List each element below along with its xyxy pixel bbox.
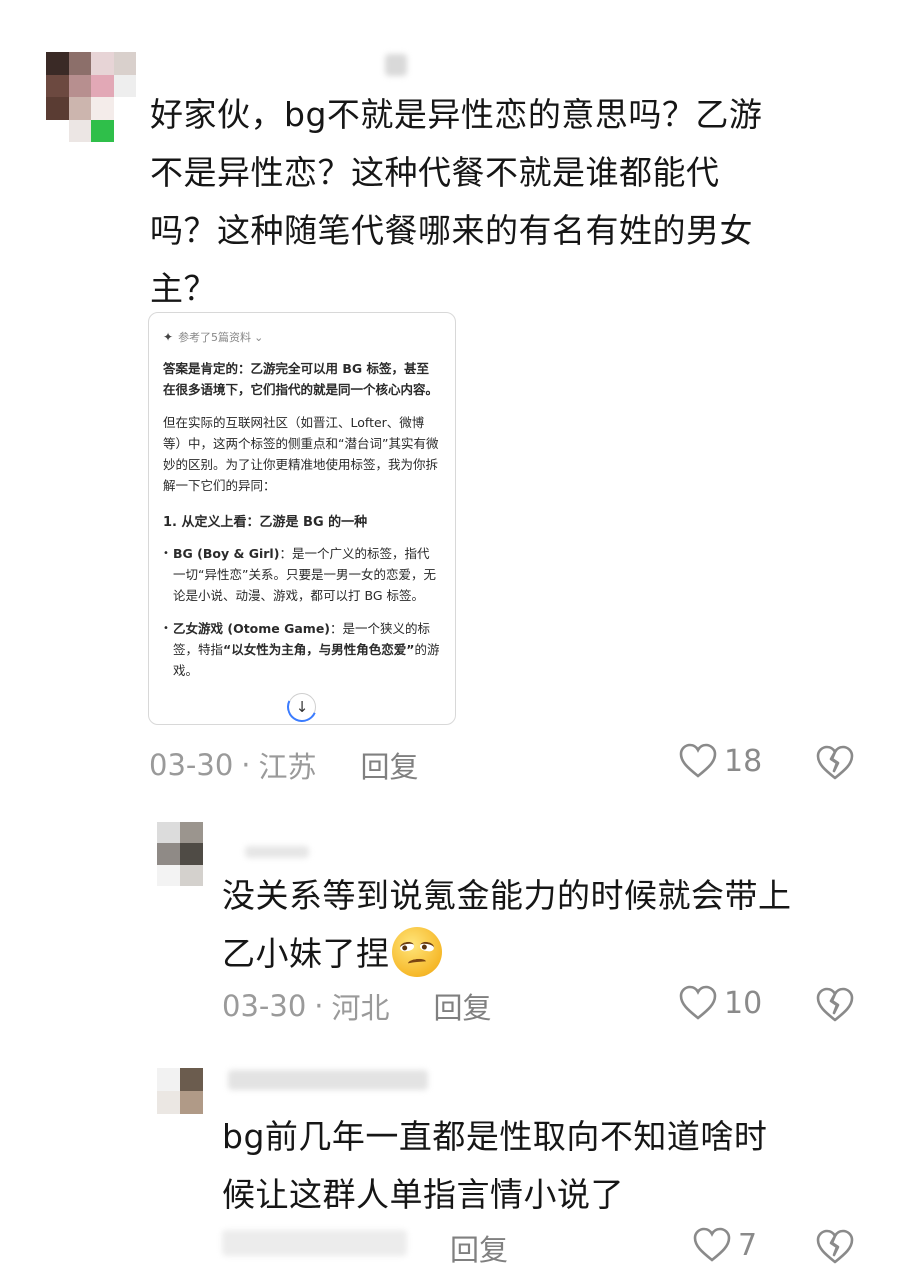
attached-screenshot[interactable]: ✦ 参考了5篇资料 ⌄ 答案是肯定的：乙游完全可以用 BG 标签，甚至在很多语境… [148,312,456,725]
separator: · [314,989,324,1023]
bullet-dot: • [163,623,169,634]
comment-date: 03-30 [222,989,307,1023]
comment-line-text: 乙小妹了捏 [222,934,390,973]
comment-line: 候让这群人单指言情小说了 [222,1175,624,1214]
reply-button[interactable]: 回复 [450,1227,508,1269]
like-button[interactable]: 10 [678,984,762,1022]
comment-line: bg前几年一直都是性取向不知道啥时 [222,1117,768,1156]
broken-heart-icon[interactable] [815,744,855,782]
scroll-down-button[interactable]: ↓ [288,693,316,721]
reference-text: 参考了5篇资料 [178,331,252,344]
comment-meta: 03-30 · 江苏 回复 [149,744,419,786]
broken-heart-icon[interactable] [815,1228,855,1266]
answer-heading: 1. 从定义上看：乙游是 BG 的一种 [163,515,368,530]
bullet-item: • 乙女游戏 (Otome Game)：是一个狭义的标签，特指“以女性为主角，与… [163,618,441,681]
reply-button[interactable]: 回复 [361,744,419,786]
comment-text: 没关系等到说氪金能力的时候就会带上 乙小妹了捏 [222,867,882,983]
reference-label[interactable]: ✦ 参考了5篇资料 ⌄ [163,327,441,348]
bullet-term: 乙女游戏 (Otome Game) [173,621,331,636]
answer-intro: 答案是肯定的：乙游完全可以用 BG 标签，甚至在很多语境下，它们指代的就是同一个… [163,361,439,397]
avatar[interactable] [46,52,136,142]
like-button[interactable]: 7 [692,1226,757,1264]
comment-line: 没关系等到说氪金能力的时候就会带上 [222,876,792,915]
heart-icon [679,743,717,778]
like-count: 18 [724,743,763,779]
comment-text: bg前几年一直都是性取向不知道啥时 候让这群人单指言情小说了 [222,1108,882,1224]
separator: · [241,748,251,782]
reply-button[interactable]: 回复 [434,985,492,1027]
username-blurred[interactable] [228,1070,428,1090]
avatar[interactable] [157,1068,203,1114]
like-count: 10 [724,985,763,1021]
comment-line: 主？ [150,269,217,308]
arrow-down-icon: ↓ [295,697,309,716]
comment-meta: 回复 [450,1227,508,1269]
heart-icon [679,985,717,1020]
heart-icon [693,1227,731,1262]
bullet-term: BG (Boy & Girl) [173,546,280,561]
bullet-item: • BG (Boy & Girl)：是一个广义的标签，指代一切“异性恋”关系。只… [163,543,441,606]
smirk-face-emoji [391,927,442,977]
comment-location: 江苏 [258,750,317,784]
comment-line: 吗？这种随笔代餐哪来的有名有姓的男女 [150,211,753,250]
comment-text: 好家伙，bg不就是异性恋的意思吗？乙游 不是异性恋？这种代餐不就是谁都能代 吗？… [150,86,870,318]
avatar[interactable] [157,822,203,886]
chevron-down-icon: ⌄ [254,331,264,344]
sparkle-icon: ✦ [163,330,174,344]
comment-meta-blurred [222,1230,407,1256]
like-count: 7 [738,1227,758,1263]
comment-location: 河北 [331,991,390,1025]
answer-paragraph: 但在实际的互联网社区（如晋江、Lofter、微博等）中，这两个标签的侧重点和“潜… [163,415,439,493]
username-blurred[interactable] [245,846,309,858]
comment-line: 不是异性恋？这种代餐不就是谁都能代 [150,153,720,192]
username-blurred[interactable] [385,54,407,76]
comment-meta: 03-30 · 河北 回复 [222,985,492,1027]
bullet-dot: • [163,548,169,559]
broken-heart-icon[interactable] [815,986,855,1024]
comment-date: 03-30 [149,748,234,782]
bullet-emphasis: “以女性为主角，与男性角色恋爱” [223,642,415,657]
comment-line: 好家伙，bg不就是异性恋的意思吗？乙游 [150,95,763,134]
comment-line: 乙小妹了捏 [222,925,882,983]
like-button[interactable]: 18 [678,742,762,780]
